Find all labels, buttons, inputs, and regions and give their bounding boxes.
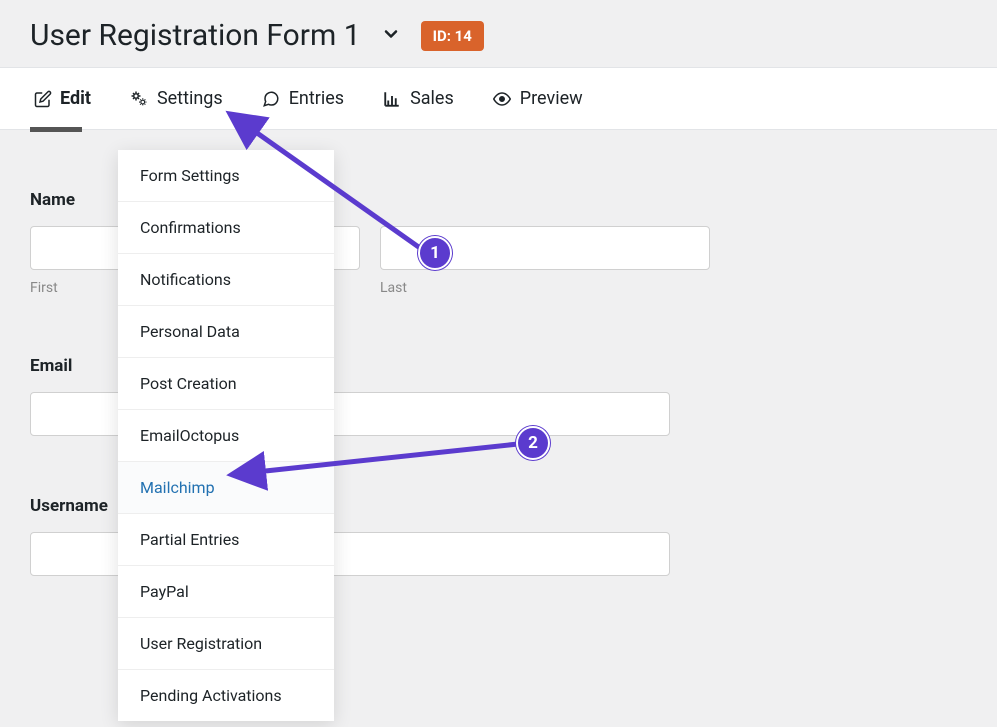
edit-icon bbox=[34, 90, 52, 108]
last-name-sublabel: Last bbox=[380, 280, 710, 296]
tab-entries[interactable]: Entries bbox=[257, 68, 348, 129]
settings-menu-emailoctopus[interactable]: EmailOctopus bbox=[118, 409, 334, 461]
gears-icon bbox=[129, 90, 149, 108]
page-header: User Registration Form 1 ID: 14 bbox=[0, 0, 997, 67]
settings-dropdown: Form Settings Confirmations Notification… bbox=[118, 150, 334, 721]
tab-preview[interactable]: Preview bbox=[488, 68, 587, 129]
settings-menu-post-creation[interactable]: Post Creation bbox=[118, 357, 334, 409]
chevron-down-icon bbox=[381, 24, 401, 44]
settings-menu-partial-entries[interactable]: Partial Entries bbox=[118, 513, 334, 565]
form-id-badge: ID: 14 bbox=[421, 21, 484, 51]
form-switcher-toggle[interactable] bbox=[377, 20, 405, 52]
settings-menu-user-registration[interactable]: User Registration bbox=[118, 617, 334, 669]
settings-menu-notifications[interactable]: Notifications bbox=[118, 253, 334, 305]
tab-sales[interactable]: Sales bbox=[378, 68, 458, 129]
settings-menu-personal-data[interactable]: Personal Data bbox=[118, 305, 334, 357]
settings-menu-confirmations[interactable]: Confirmations bbox=[118, 201, 334, 253]
settings-menu-pending-activations[interactable]: Pending Activations bbox=[118, 669, 334, 721]
tab-settings[interactable]: Settings bbox=[125, 68, 227, 129]
tab-entries-label: Entries bbox=[289, 88, 344, 109]
comment-icon bbox=[261, 90, 281, 108]
settings-menu-paypal[interactable]: PayPal bbox=[118, 565, 334, 617]
tab-edit[interactable]: Edit bbox=[30, 68, 95, 129]
tab-preview-label: Preview bbox=[520, 88, 583, 109]
tab-settings-label: Settings bbox=[157, 88, 223, 109]
tab-edit-label: Edit bbox=[60, 88, 91, 109]
settings-menu-form-settings[interactable]: Form Settings bbox=[118, 150, 334, 201]
last-name-input[interactable] bbox=[380, 226, 710, 270]
settings-menu-mailchimp[interactable]: Mailchimp bbox=[118, 461, 334, 513]
tab-sales-label: Sales bbox=[410, 88, 454, 109]
form-tabbar: Edit Settings Entries Sales Preview bbox=[0, 67, 997, 130]
bar-chart-icon bbox=[382, 90, 402, 108]
page-title: User Registration Form 1 bbox=[30, 18, 361, 53]
eye-icon bbox=[492, 90, 512, 108]
